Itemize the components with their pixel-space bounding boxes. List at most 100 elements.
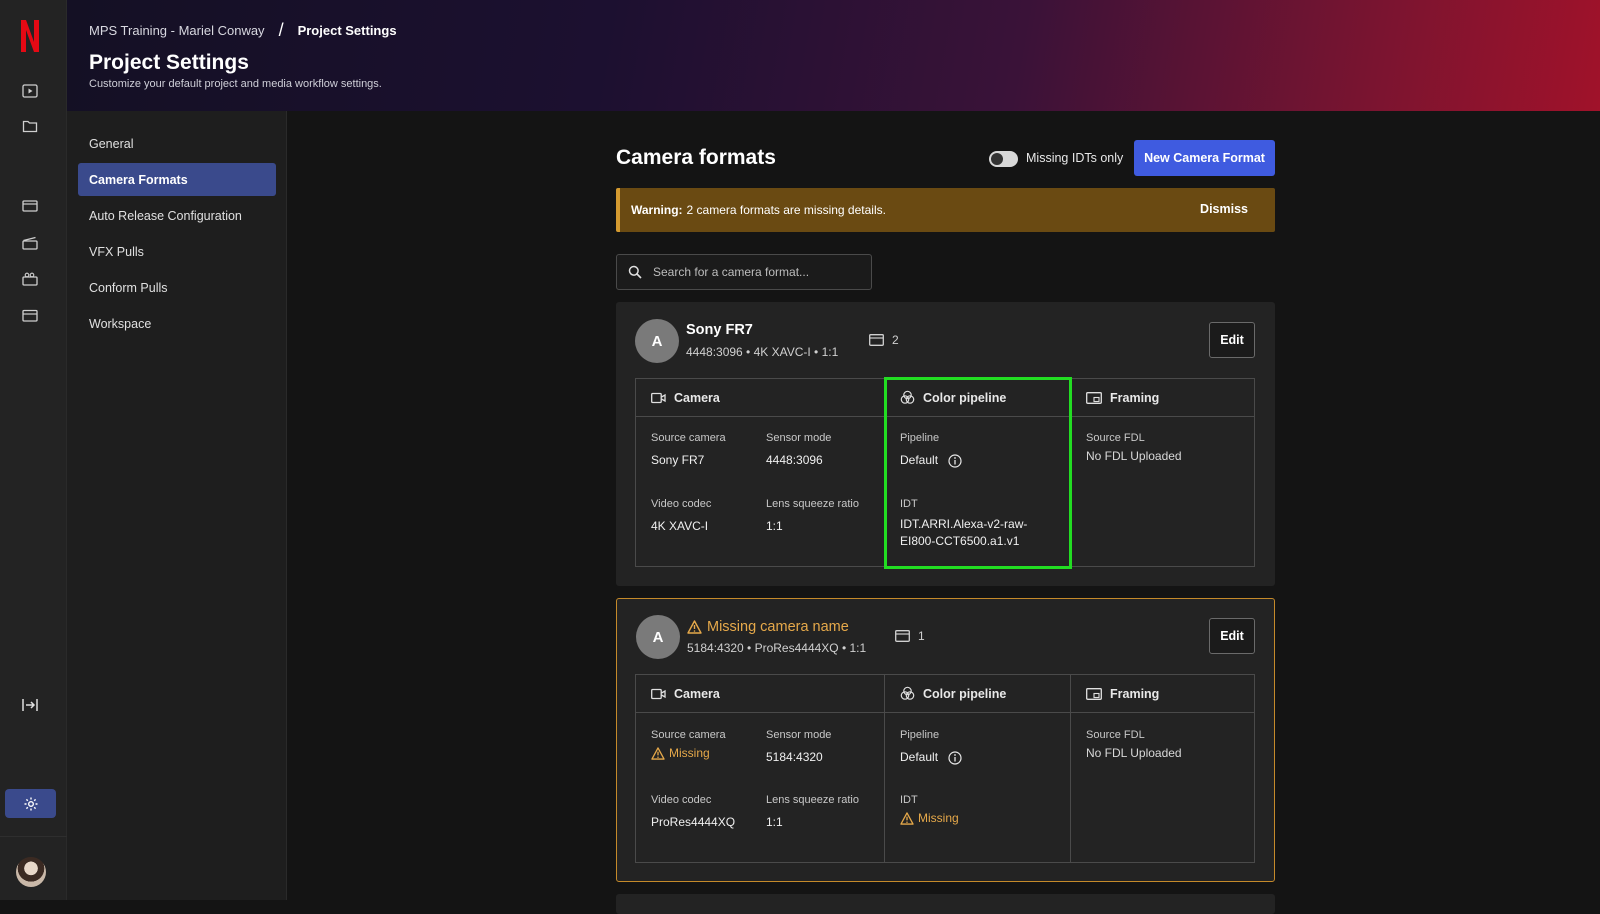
page-header: MPS Training - Mariel Conway / Project S… — [67, 0, 1600, 111]
format-meta: 4448:3096 • 4K XAVC-I • 1:1 — [686, 345, 839, 359]
nav-item-auto-release[interactable]: Auto Release Configuration — [78, 199, 276, 232]
breadcrumb-current: Project Settings — [297, 23, 397, 38]
camera-format-card-partial — [616, 894, 1275, 914]
column-divider — [884, 675, 885, 862]
column-divider — [1070, 675, 1071, 862]
warning-icon — [651, 746, 665, 760]
missing-idts-toggle[interactable] — [989, 151, 1018, 167]
camera-column-head: Camera — [636, 379, 884, 417]
source-camera-value: Sony FR7 — [651, 453, 705, 467]
sensor-mode-value: 5184:4320 — [766, 750, 823, 764]
camera-column-title: Camera — [674, 686, 720, 701]
lens-squeeze-value: 1:1 — [766, 519, 783, 533]
new-camera-format-button[interactable]: New Camera Format — [1134, 140, 1275, 176]
gear-icon — [24, 797, 37, 810]
source-fdl-label: Source FDL — [1086, 729, 1145, 741]
format-name: Missing camera name — [687, 619, 849, 635]
format-details-grid: Camera Color pipeline Framing Source cam… — [635, 674, 1255, 863]
camera-format-card: A Sony FR7 4448:3096 • 4K XAVC-I • 1:1 2… — [616, 302, 1275, 586]
film-icon[interactable] — [18, 194, 42, 218]
camera-format-card: A Missing camera name 5184:4320 • ProRes… — [616, 598, 1275, 882]
app-rail — [0, 0, 67, 900]
clip-count-value: 2 — [892, 333, 899, 347]
rail-divider — [0, 836, 67, 837]
source-fdl-value: No FDL Uploaded — [1086, 746, 1182, 760]
idt-label: IDT — [900, 794, 918, 806]
folder-icon[interactable] — [18, 114, 42, 138]
clip-count-value: 1 — [918, 629, 925, 643]
color-column-head: Color pipeline — [885, 675, 1070, 713]
framing-icon — [1086, 687, 1102, 700]
collapse-icon[interactable] — [18, 693, 42, 717]
video-camera-icon — [651, 392, 666, 403]
video-codec-label: Video codec — [651, 794, 712, 806]
video-camera-icon — [651, 688, 666, 699]
source-camera-missing: Missing — [669, 746, 710, 760]
video-codec-label: Video codec — [651, 498, 712, 510]
sensor-mode-label: Sensor mode — [766, 729, 832, 741]
search-placeholder: Search for a camera format... — [653, 265, 810, 279]
clip-icon — [895, 630, 910, 642]
dismiss-button[interactable]: Dismiss — [1200, 202, 1248, 216]
framing-column-head: Framing — [1071, 675, 1254, 713]
nav-item-vfx-pulls[interactable]: VFX Pulls — [78, 235, 276, 268]
edit-button[interactable]: Edit — [1209, 322, 1255, 358]
source-camera-label: Source camera — [651, 432, 726, 444]
color-pipeline-icon — [900, 686, 915, 700]
format-avatar: A — [635, 319, 679, 363]
framing-column-title: Framing — [1110, 686, 1160, 701]
pipeline-value: Default — [900, 750, 962, 765]
sensor-mode-value: 4448:3096 — [766, 453, 823, 467]
format-meta: 5184:4320 • ProRes4444XQ • 1:1 — [687, 641, 867, 655]
clip-count: 2 — [869, 333, 899, 347]
breadcrumb-project[interactable]: MPS Training - Mariel Conway — [89, 23, 265, 38]
source-fdl-value: No FDL Uploaded — [1086, 449, 1182, 463]
page-title: Project Settings — [89, 51, 249, 74]
search-input[interactable]: Search for a camera format... — [616, 254, 872, 290]
calendar-icon[interactable] — [18, 303, 42, 327]
nav-item-general[interactable]: General — [78, 127, 276, 160]
framing-column-head: Framing — [1071, 379, 1254, 417]
page-subtitle: Customize your default project and media… — [89, 78, 382, 90]
format-avatar: A — [636, 615, 680, 659]
settings-button[interactable] — [5, 789, 56, 818]
warning-icon — [687, 620, 702, 634]
clapper-icon[interactable] — [18, 231, 42, 255]
missing-idts-toggle-label: Missing IDTs only — [1026, 151, 1124, 165]
framing-icon — [1086, 391, 1102, 404]
pipeline-label: Pipeline — [900, 729, 940, 741]
video-codec-value: ProRes4444XQ — [651, 815, 736, 829]
settings-nav: General Camera Formats Auto Release Conf… — [67, 111, 287, 900]
warning-label: Warning: — [631, 203, 683, 217]
user-avatar[interactable] — [16, 857, 46, 887]
info-icon[interactable] — [948, 751, 962, 765]
netflix-logo[interactable] — [18, 19, 42, 53]
format-name: Sony FR7 — [686, 322, 753, 338]
warning-banner: Warning: 2 camera formats are missing de… — [616, 188, 1275, 232]
camera-slate-icon[interactable] — [18, 267, 42, 291]
clip-count: 1 — [895, 629, 925, 643]
video-codec-value: 4K XAVC-I — [651, 519, 709, 533]
format-name-text: Missing camera name — [707, 619, 849, 635]
nav-item-camera-formats[interactable]: Camera Formats — [78, 163, 276, 196]
idt-missing: Missing — [918, 811, 959, 825]
camera-column-title: Camera — [674, 390, 720, 405]
camera-column-head: Camera — [636, 675, 884, 713]
edit-button[interactable]: Edit — [1209, 618, 1255, 654]
sensor-mode-label: Sensor mode — [766, 432, 832, 444]
breadcrumb-separator: / — [278, 20, 284, 40]
framing-column-title: Framing — [1110, 390, 1160, 405]
section-title: Camera formats — [616, 146, 776, 169]
warning-text: 2 camera formats are missing details. — [686, 203, 886, 217]
nav-item-conform-pulls[interactable]: Conform Pulls — [78, 271, 276, 304]
lens-squeeze-value: 1:1 — [766, 815, 783, 829]
clip-icon — [869, 334, 884, 346]
search-icon — [628, 265, 642, 279]
pipeline-value-text: Default — [900, 750, 939, 764]
lens-squeeze-label: Lens squeeze ratio — [766, 498, 859, 510]
nav-item-workspace[interactable]: Workspace — [78, 307, 276, 340]
color-pipeline-highlight — [884, 377, 1072, 569]
lens-squeeze-label: Lens squeeze ratio — [766, 794, 859, 806]
play-icon[interactable] — [18, 79, 42, 103]
color-column-title: Color pipeline — [923, 686, 1007, 701]
